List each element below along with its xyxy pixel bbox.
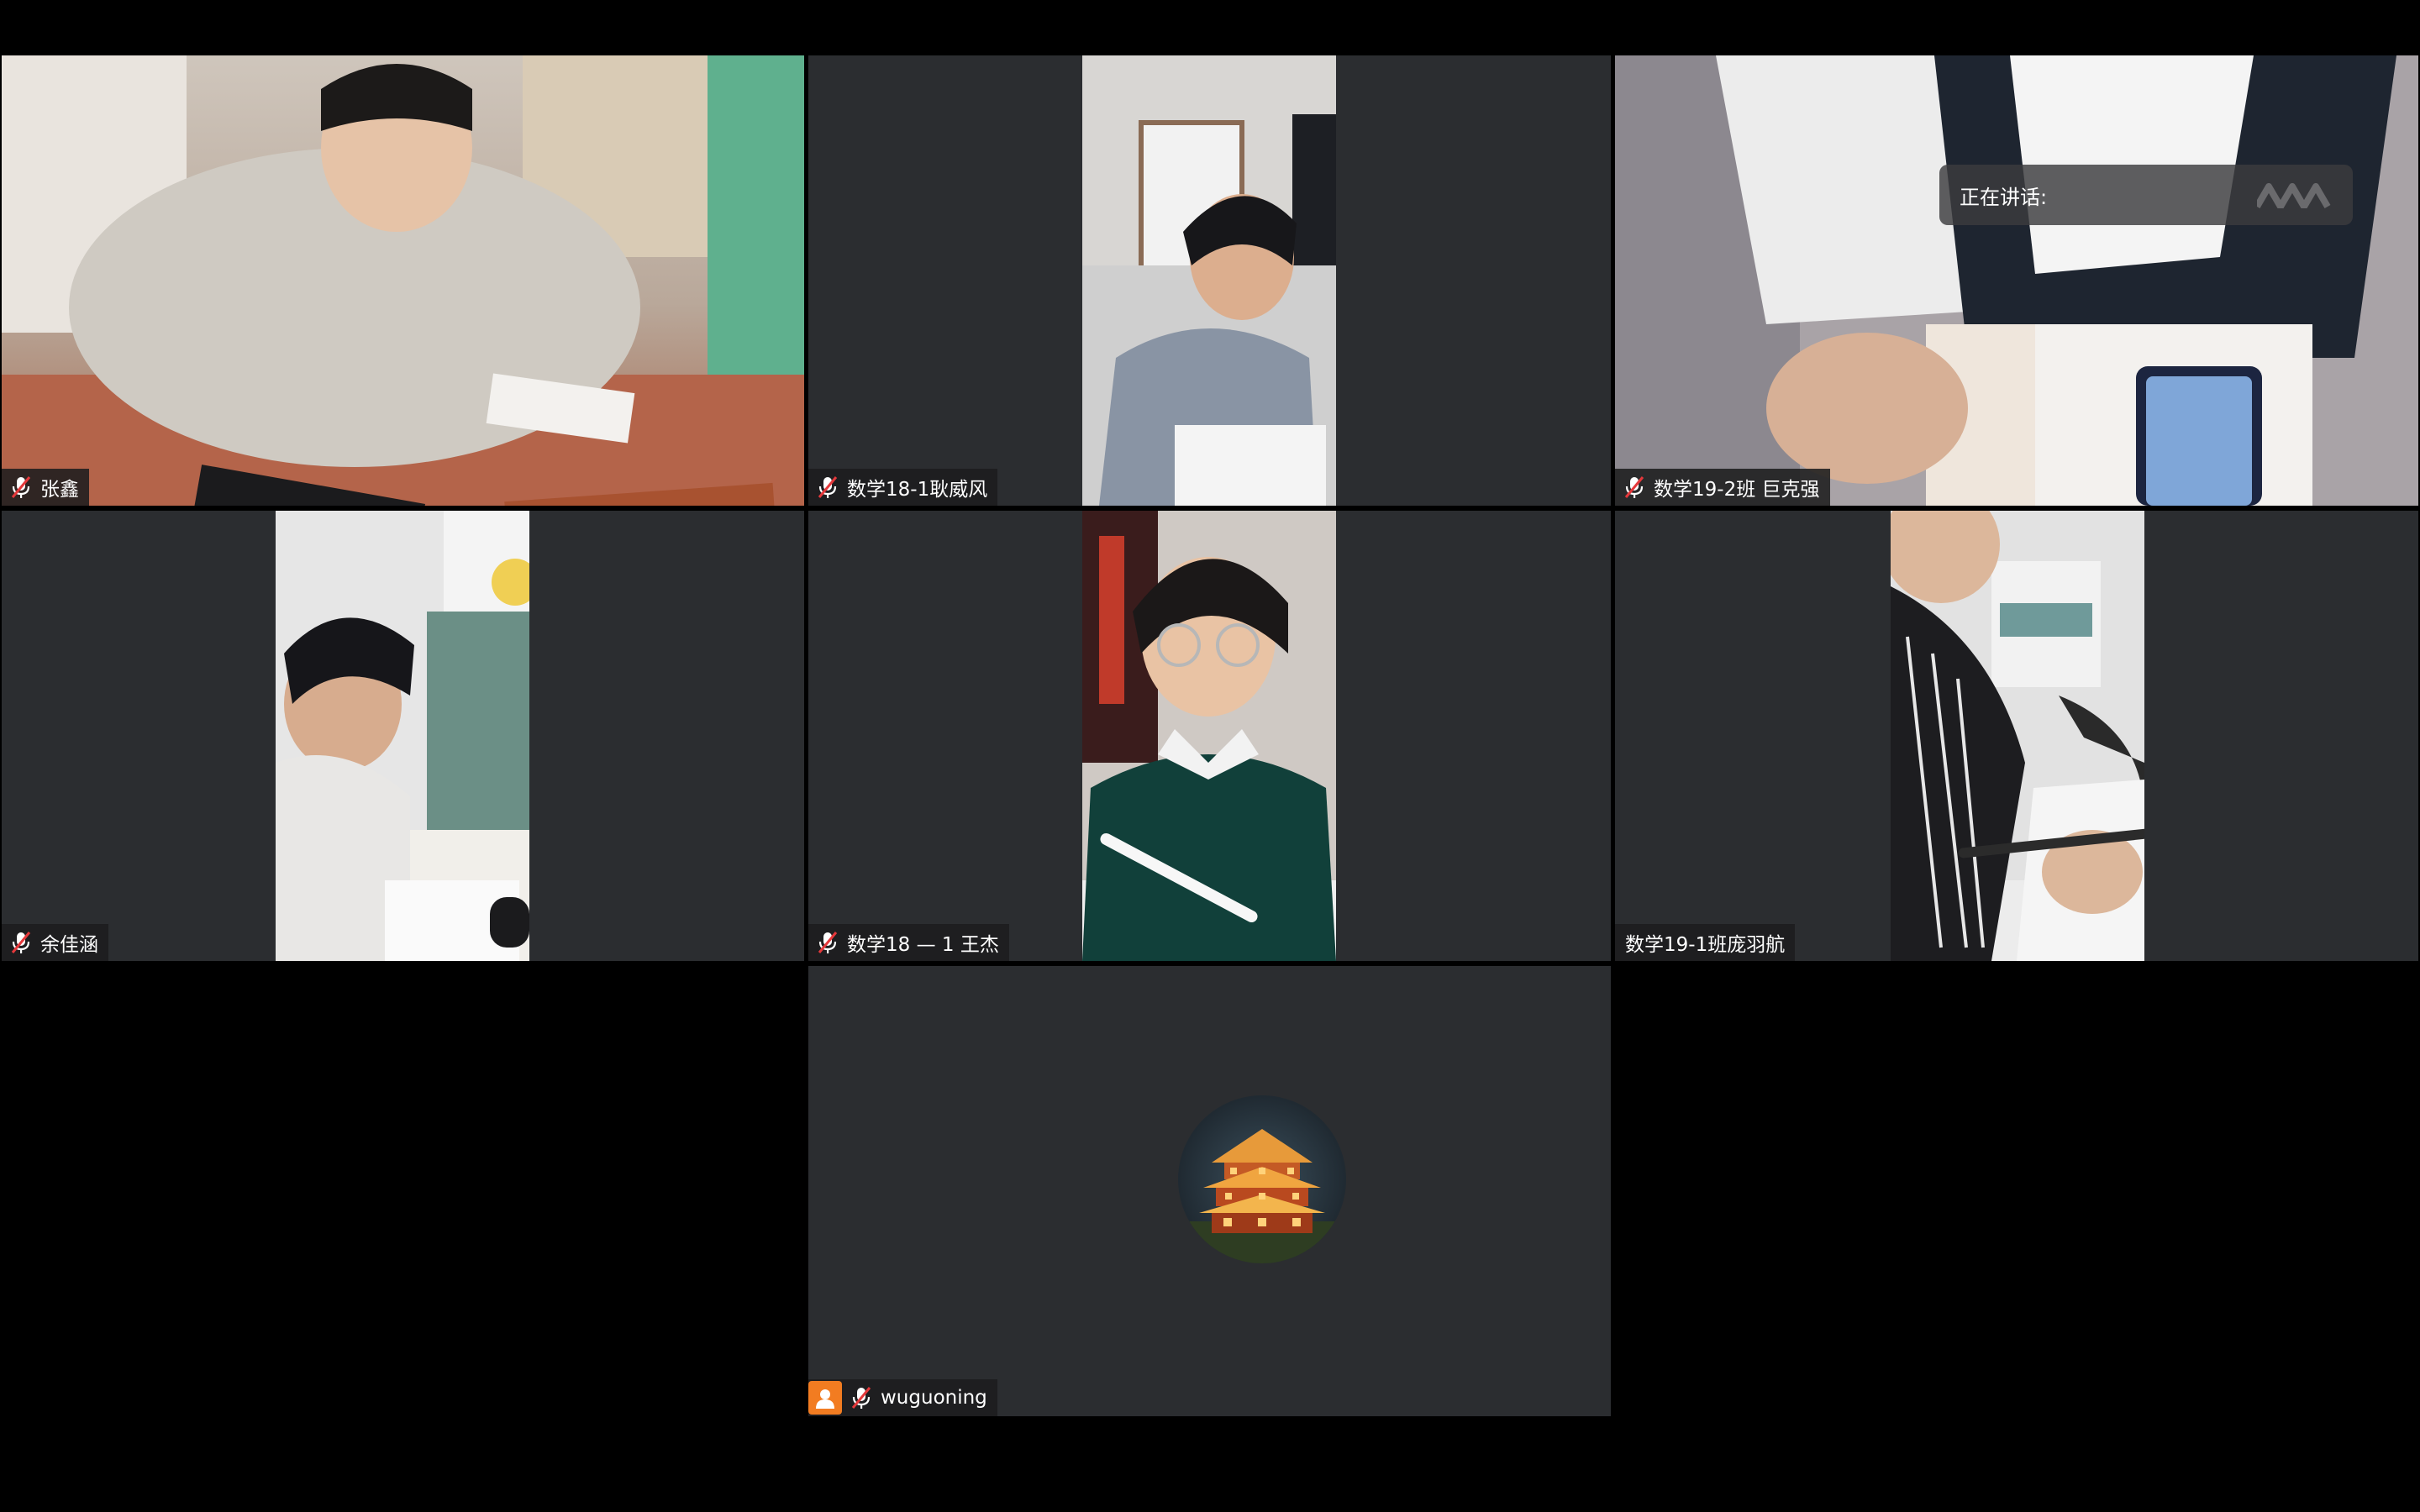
participant-name: 余佳涵: [40, 934, 98, 956]
participant-name-tag: 余佳涵: [2, 924, 108, 961]
mic-muted-icon: [1623, 475, 1645, 499]
audio-wave-icon: [2254, 183, 2333, 213]
participant-video: [276, 511, 529, 961]
participant-name: 数学19-1班庞羽航: [1625, 934, 1786, 956]
participant-name: 数学18-1耿威风: [847, 479, 988, 501]
participant-video: [1615, 55, 2418, 506]
participant-video: [1082, 55, 1336, 506]
participant-name-tag: 张鑫: [2, 469, 89, 506]
mic-muted-icon: [817, 931, 839, 954]
participant-tile[interactable]: 数学19-2班 巨克强: [1615, 55, 2418, 506]
participant-name-tag: 数学18 — 1 王杰: [808, 924, 1009, 961]
participant-tile[interactable]: wuguoning: [808, 966, 1611, 1416]
participant-video: [1082, 511, 1336, 961]
speaking-label: 正在讲话:: [1960, 185, 2048, 209]
participant-name-tag: wuguoning: [808, 1379, 997, 1416]
participant-name-tag: 数学19-2班 巨克强: [1615, 469, 1830, 506]
active-speaker-indicator: 正在讲话:: [1939, 165, 2353, 225]
participant-name: 数学19-2班 巨克强: [1654, 479, 1820, 501]
participant-video: [1891, 511, 2144, 961]
participant-tile[interactable]: 余佳涵: [2, 511, 804, 961]
meeting-gallery-view: 张鑫 数学18-1耿威风 数学19-2班 巨克强 余佳涵 数学18 — 1 王杰…: [0, 0, 2420, 1512]
participant-name-tag: 数学19-1班庞羽航: [1615, 924, 1796, 961]
participant-tile[interactable]: 数学18 — 1 王杰: [808, 511, 1611, 961]
participant-name: wuguoning: [881, 1387, 987, 1409]
participant-video: [2, 55, 804, 506]
participant-tile[interactable]: 数学18-1耿威风: [808, 55, 1611, 506]
mic-muted-icon: [10, 931, 32, 954]
mic-muted-icon: [10, 475, 32, 499]
participant-tile[interactable]: 张鑫: [2, 55, 804, 506]
host-user-icon: [808, 1381, 842, 1415]
participant-name: 张鑫: [40, 479, 79, 501]
participant-name: 数学18 — 1 王杰: [847, 934, 999, 956]
participant-avatar: [1178, 1095, 1346, 1263]
mic-muted-icon: [850, 1386, 872, 1410]
participant-name-tag: 数学18-1耿威风: [808, 469, 998, 506]
participant-tile[interactable]: 数学19-1班庞羽航: [1615, 511, 2418, 961]
mic-muted-icon: [817, 475, 839, 499]
